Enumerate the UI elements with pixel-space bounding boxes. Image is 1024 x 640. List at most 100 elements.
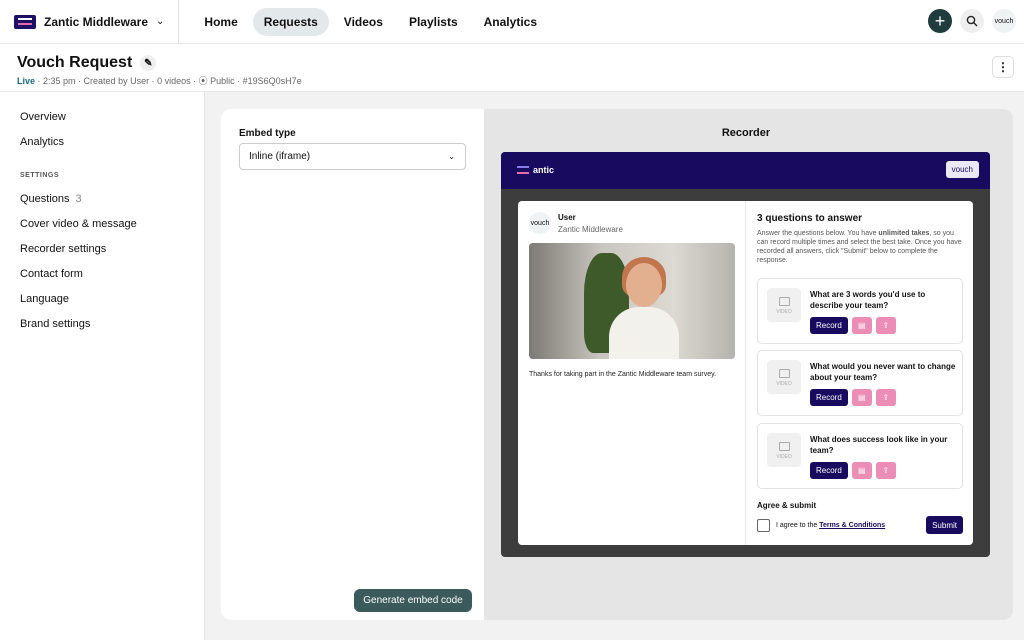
main-content: Embed type Inline (iframe) ⌄ Generate em… (205, 92, 1024, 640)
zantic-logo-icon (517, 163, 531, 177)
nav-requests[interactable]: Requests (252, 7, 329, 36)
embed-type-label: Embed type (239, 128, 296, 139)
top-bar: Zantic Middleware ⌄ Home Requests Videos… (0, 0, 1024, 44)
nav-analytics[interactable]: Analytics (473, 8, 548, 36)
upload-button[interactable]: ⇪ (875, 462, 896, 479)
agree-label: I agree to the (776, 522, 820, 529)
upload-icon: ⇪ (882, 393, 890, 402)
embed-type-value: Inline (iframe) (249, 151, 311, 162)
record-button[interactable]: Record (810, 389, 848, 406)
search-icon (966, 15, 978, 27)
upload-button[interactable]: ⇪ (875, 317, 896, 334)
text-answer-button[interactable]: ▤ (851, 389, 872, 406)
nav-videos[interactable]: Videos (333, 8, 394, 36)
page-title-text: Vouch Request (17, 54, 133, 71)
agree-title: Agree & submit (757, 501, 817, 510)
settings-sidebar: Overview Analytics SETTINGS Questions 3 C… (0, 92, 205, 640)
text-icon: ▤ (858, 393, 866, 402)
workspace-switcher[interactable]: Zantic Middleware ⌄ (14, 0, 180, 44)
text-answer-button[interactable]: ▤ (851, 462, 872, 479)
question-text: What does success look like in your team… (810, 435, 948, 455)
user-avatar[interactable]: vouch (992, 9, 1016, 33)
desc-bold: unlimited takes (878, 230, 930, 237)
agree-text: I agree to the Terms & Conditions (776, 522, 885, 529)
desc-text-1: Answer the questions below. You have (757, 230, 879, 237)
video-icon: VIDEO (767, 360, 801, 394)
question-text: What are 3 words you'd use to describe y… (810, 290, 926, 310)
create-button[interactable]: + (928, 9, 952, 33)
questions-panel: 3 questions to answer Answer the questio… (746, 201, 973, 545)
workspace-name: Zantic Middleware (44, 14, 149, 29)
host-panel: vouch User Zantic Middleware Thanks for … (518, 201, 746, 545)
sidebar-item-cover-video[interactable]: Cover video & message (20, 218, 137, 230)
nav-home[interactable]: Home (193, 8, 248, 36)
search-button[interactable] (960, 9, 984, 33)
generate-embed-code-button[interactable]: Generate embed code (354, 589, 472, 612)
question-actions: Record ▤ ⇪ (810, 462, 896, 479)
host-avatar: vouch (529, 212, 551, 234)
more-vertical-icon: ⋮ (997, 60, 1009, 74)
question-card: VIDEO What would you never want to chang… (757, 350, 963, 416)
page-meta: Live · 2:35 pm · Created by User · 0 vid… (17, 74, 302, 87)
more-options-button[interactable]: ⋮ (992, 56, 1014, 78)
sidebar-item-language[interactable]: Language (20, 293, 69, 305)
record-button[interactable]: Record (810, 462, 848, 479)
chevron-down-icon: ⌄ (156, 16, 165, 27)
recorder-title: Recorder (721, 127, 771, 139)
text-answer-button[interactable]: ▤ (851, 317, 872, 334)
pencil-icon[interactable]: ✎ (140, 55, 157, 71)
text-icon: ▤ (858, 466, 866, 475)
questions-count: 3 (75, 193, 82, 205)
questions-title: 3 questions to answer (757, 213, 863, 224)
terms-link[interactable]: Terms & Conditions (819, 522, 885, 529)
video-icon: VIDEO (767, 288, 801, 322)
host-name: User (558, 213, 576, 222)
embed-settings-pane: Embed type Inline (iframe) ⌄ Generate em… (221, 109, 484, 620)
question-card: VIDEO What does success look like in you… (757, 423, 963, 489)
nav-playlists[interactable]: Playlists (398, 8, 469, 36)
brand-logo-icon (14, 14, 36, 29)
sidebar-item-recorder-settings[interactable]: Recorder settings (20, 243, 106, 255)
recorder-logo-text: antic (533, 165, 555, 175)
embed-card: Embed type Inline (iframe) ⌄ Generate em… (221, 109, 1013, 620)
chevron-down-icon: ⌄ (448, 152, 455, 161)
recorder-body: vouch User Zantic Middleware Thanks for … (518, 201, 973, 545)
record-button[interactable]: Record (810, 317, 848, 334)
recorder-logo: antic (517, 163, 554, 177)
host-message: Thanks for taking part in the Zantic Mid… (529, 371, 717, 378)
sidebar-item-contact-form[interactable]: Contact form (20, 268, 83, 280)
video-person-head (626, 263, 662, 307)
recorder-preview: antic vouch vouch User Zantic Middleware (501, 152, 990, 557)
sidebar-section-label: SETTINGS (20, 172, 60, 179)
questions-description: Answer the questions below. You have unl… (757, 229, 963, 265)
vouch-badge: vouch (945, 161, 979, 178)
video-person-body (609, 307, 679, 359)
question-text: What would you never want to change abou… (810, 362, 956, 382)
host-org: Zantic Middleware (558, 225, 623, 234)
upload-icon: ⇪ (882, 321, 890, 330)
question-card: VIDEO What are 3 words you'd use to desc… (757, 278, 963, 344)
embed-type-select[interactable]: Inline (iframe) ⌄ (239, 143, 466, 170)
upload-button[interactable]: ⇪ (875, 389, 896, 406)
agree-row: I agree to the Terms & Conditions Submit (757, 516, 963, 537)
recorder-header: antic vouch (501, 152, 990, 189)
text-icon: ▤ (858, 321, 866, 330)
main-nav: Home Requests Videos Playlists Analytics (193, 7, 548, 36)
sidebar-item-analytics[interactable]: Analytics (20, 136, 64, 148)
page-title: Vouch Request ✎ (17, 54, 157, 72)
agree-checkbox[interactable] (757, 519, 770, 532)
question-actions: Record ▤ ⇪ (810, 317, 896, 334)
sidebar-item-brand-settings[interactable]: Brand settings (20, 318, 90, 330)
top-actions: + vouch (928, 9, 1016, 33)
sidebar-item-questions[interactable]: Questions 3 (20, 193, 82, 205)
meta-details: · 2:35 pm · Created by User · 0 videos ·… (37, 76, 302, 86)
page-header: Vouch Request ✎ Live · 2:35 pm · Created… (0, 44, 1024, 92)
status-badge: Live (17, 76, 36, 86)
sidebar-item-label: Questions (20, 193, 70, 205)
upload-icon: ⇪ (882, 466, 890, 475)
recorder-preview-pane: Recorder antic vouch vouch User Zantic M… (484, 109, 1013, 620)
submit-button[interactable]: Submit (926, 516, 963, 534)
cover-video[interactable] (529, 243, 735, 359)
sidebar-item-overview[interactable]: Overview (20, 111, 66, 123)
question-actions: Record ▤ ⇪ (810, 389, 896, 406)
